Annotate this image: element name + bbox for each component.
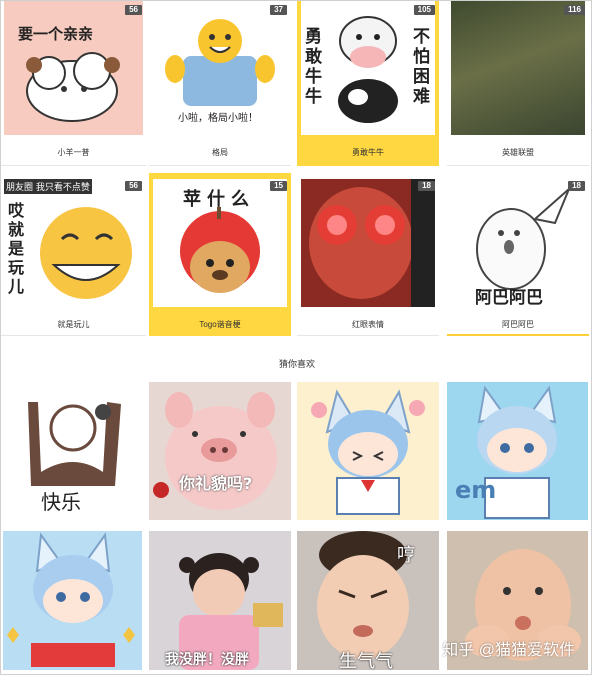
- sticker-tile[interactable]: [3, 531, 142, 670]
- pack-thumbnail: [451, 1, 585, 135]
- pack-card[interactable]: 阿巴阿巴 18 阿巴阿巴: [447, 173, 589, 336]
- pack-thumbnail: [301, 179, 435, 307]
- pack-card[interactable]: 18 红眼表情: [297, 173, 439, 336]
- count-badge: 105: [413, 5, 435, 15]
- count-badge: 37: [270, 5, 287, 15]
- pack-name: 格局: [212, 148, 228, 157]
- count-badge: 18: [418, 181, 435, 191]
- sticker-caption-2: 哼: [397, 545, 415, 566]
- pack-art-side: 哎就是玩儿: [8, 201, 25, 296]
- sticker-caption: em: [455, 476, 497, 504]
- sticker-tile[interactable]: 哼 生气气: [297, 531, 439, 670]
- pack-name: 小羊一普: [57, 148, 90, 157]
- pack-name: Togo谐音梗: [199, 320, 241, 329]
- count-badge: 56: [125, 5, 142, 15]
- section-title: 猜你喜欢: [278, 359, 315, 369]
- card-divider: [1, 165, 146, 166]
- pack-thumbnail: 朋友圈 我只看不点赞 哎就是玩儿: [4, 177, 143, 307]
- pack-card[interactable]: 勇敢牛牛 不怕困难 105 勇敢牛牛: [297, 1, 439, 166]
- pack-thumbnail: 要一个亲亲: [4, 1, 143, 135]
- sticker-tile[interactable]: 我没胖！没胖: [149, 531, 291, 670]
- pack-art-text: 苹什么: [183, 189, 255, 210]
- sticker-caption: 生气气: [339, 651, 393, 670]
- count-badge: 56: [125, 181, 142, 191]
- count-badge: 15: [270, 181, 287, 191]
- sticker-tile[interactable]: em: [447, 382, 588, 520]
- pack-art-text-right: 不怕困难: [413, 27, 430, 107]
- sticker-tile[interactable]: [297, 382, 439, 520]
- sticker-tile[interactable]: 快乐: [3, 382, 142, 520]
- card-divider: [447, 334, 589, 336]
- pack-art-text: 要一个亲亲: [18, 25, 94, 43]
- card-divider: [1, 335, 146, 336]
- pack-name: 就是玩儿: [57, 320, 90, 329]
- pack-art-text: 阿巴阿巴: [475, 288, 543, 307]
- card-divider: [297, 335, 439, 336]
- watermark: 知乎 @猫猫爱软件: [442, 642, 575, 659]
- card-divider: [149, 165, 291, 166]
- pack-card[interactable]: 小啦，格局小啦！ 37 格局: [149, 1, 291, 166]
- pack-name: 红眼表情: [352, 320, 384, 329]
- sticker-caption: 你礼貌吗?: [179, 474, 253, 493]
- pack-art-top: 朋友圈 我只看不点赞: [4, 179, 92, 194]
- pack-card[interactable]: 116 英雄联盟: [447, 1, 589, 166]
- emoji-pack-page: 要一个亲亲 56 小羊一普 小啦，格局小啦！ 37 格局 勇敢牛牛 不怕困难 1…: [0, 0, 592, 675]
- count-badge: 18: [568, 181, 585, 191]
- pack-name: 英雄联盟: [502, 148, 534, 157]
- sticker-caption: 我没胖！没胖: [165, 652, 249, 668]
- sticker-tile[interactable]: 你礼貌吗?: [149, 382, 291, 520]
- pack-thumbnail: 阿巴阿巴: [451, 179, 585, 307]
- pack-name: 勇敢牛牛: [352, 148, 384, 157]
- pack-name: 阿巴阿巴: [502, 320, 534, 329]
- pack-thumbnail: 苹什么: [153, 179, 287, 307]
- pack-art-text: 小啦，格局小啦！: [178, 113, 258, 124]
- pack-card[interactable]: 苹什么 15 Togo谐音梗: [149, 173, 291, 336]
- pack-art-text-left: 勇敢牛牛: [305, 27, 322, 107]
- count-badge: 116: [564, 5, 585, 15]
- pack-thumbnail: 小啦，格局小啦！: [153, 1, 287, 135]
- card-divider: [447, 165, 589, 166]
- pack-thumbnail: 勇敢牛牛 不怕困难: [301, 1, 435, 135]
- pack-card[interactable]: 朋友圈 我只看不点赞 哎就是玩儿 56 就是玩儿: [1, 173, 146, 336]
- pack-card[interactable]: 要一个亲亲 56 小羊一普: [1, 1, 146, 166]
- sticker-caption: 快乐: [41, 490, 81, 514]
